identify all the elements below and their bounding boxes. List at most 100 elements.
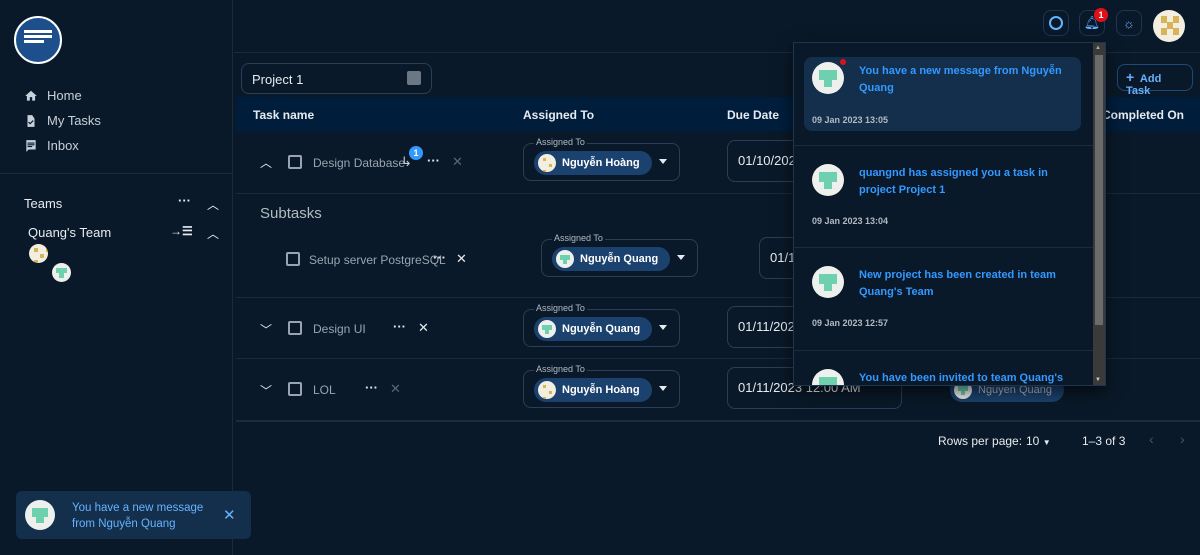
notifications-panel: You have a new message from Nguyễn Quang…	[793, 42, 1106, 386]
delete-icon[interactable]: ✕	[452, 154, 463, 170]
assignee-name: Nguyễn Quang	[562, 323, 641, 335]
more-icon[interactable]: ···	[365, 380, 378, 395]
column-header: Due Date	[727, 108, 780, 122]
task-name[interactable]: Design Database	[313, 156, 405, 170]
next-page-button[interactable]: ›	[1180, 431, 1185, 447]
unread-dot	[840, 59, 846, 65]
indent-icon[interactable]: →☰	[170, 224, 193, 238]
nav-label: Inbox	[47, 138, 79, 153]
team-name[interactable]: Quang's Team	[28, 225, 111, 240]
avatar	[812, 164, 844, 196]
teams-more-icon[interactable]: ···	[178, 193, 191, 208]
task-checkbox[interactable]	[288, 155, 302, 169]
field-label: Assigned To	[534, 303, 587, 313]
assignee-select[interactable]: Assigned To Nguyễn Hoàng	[523, 137, 680, 181]
caret-down-icon	[659, 159, 667, 164]
scrollbar[interactable]: ▲ ▼	[1093, 43, 1105, 385]
field-label: Assigned To	[534, 364, 587, 374]
chevron-up-icon[interactable]: ︿	[207, 196, 219, 213]
delete-icon[interactable]: ✕	[456, 251, 467, 267]
add-task-button[interactable]: + Add Task	[1117, 64, 1193, 97]
subtasks-heading: Subtasks	[260, 205, 322, 222]
assignee-name: Nguyễn Hoàng	[562, 157, 640, 169]
assignee-chip: Nguyễn Quang	[552, 247, 671, 271]
divider	[0, 173, 233, 174]
column-header: Task name	[253, 108, 315, 122]
caret-down-icon	[659, 325, 667, 330]
chevron-down-icon[interactable]: ﹀	[260, 321, 272, 338]
user-avatar[interactable]	[1153, 10, 1185, 42]
assignee-chip: Nguyễn Hoàng	[534, 378, 652, 402]
notification-message: You have a new message from Nguyễn Quang	[859, 65, 1062, 94]
sidebar-item-inbox[interactable]: Inbox	[24, 138, 79, 153]
rows-per-page-label: Rows per page:	[938, 434, 1023, 448]
notification-badge: 1	[1094, 8, 1108, 22]
pagination-range: 1–3 of 3	[1082, 434, 1126, 448]
notification-item[interactable]: You have a new message from Nguyễn Quang…	[794, 43, 1094, 146]
prev-page-button[interactable]: ‹	[1149, 431, 1154, 447]
avatar	[538, 381, 556, 399]
more-icon[interactable]: ···	[427, 153, 440, 168]
caret-down-icon	[677, 255, 685, 260]
notification-item[interactable]: You have been invited to team Quang's Te…	[794, 351, 1094, 385]
assignee-name: Nguyễn Hoàng	[562, 384, 640, 396]
project-name-value: Project 1	[252, 72, 304, 87]
project-name-input[interactable]: Project 1	[241, 63, 432, 94]
delete-icon[interactable]: ✕	[390, 381, 401, 397]
chevron-down-icon[interactable]: ﹀	[260, 382, 272, 399]
task-checkbox[interactable]	[288, 321, 302, 335]
close-icon[interactable]: ✕	[223, 506, 236, 524]
notification-time: 09 Jan 2023 13:04	[812, 216, 889, 226]
avatar	[25, 500, 55, 530]
notification-item[interactable]: New project has been created in team Qua…	[794, 248, 1094, 351]
delete-icon[interactable]: ✕	[418, 320, 429, 336]
plus-icon: +	[1126, 69, 1135, 85]
task-name[interactable]: Design UI	[313, 322, 366, 336]
caret-down-icon	[659, 386, 667, 391]
rows-per-page-select[interactable]: 10 ▼	[1026, 434, 1051, 448]
theme-toggle-button[interactable]: ☼	[1116, 10, 1142, 36]
more-icon[interactable]: ···	[393, 319, 406, 334]
assignee-chip: Nguyễn Quang	[534, 317, 653, 341]
sidebar-item-my-tasks[interactable]: My Tasks	[24, 113, 101, 128]
home-icon	[25, 90, 37, 101]
more-icon[interactable]: ···	[433, 250, 446, 265]
save-icon[interactable]	[407, 71, 421, 85]
assignee-select[interactable]: Assigned To Nguyễn Quang	[541, 233, 698, 277]
chevron-up-icon[interactable]: ︿	[260, 154, 272, 171]
avatar	[812, 62, 844, 94]
avatar	[29, 244, 48, 263]
chevron-up-icon[interactable]: ︿	[207, 225, 219, 242]
avatar	[556, 250, 574, 268]
column-header: Completed On	[1102, 108, 1185, 122]
toast-message: You have a new message from Nguyễn Quang	[72, 502, 204, 530]
task-checkbox[interactable]	[288, 382, 302, 396]
scroll-down-icon[interactable]: ▼	[1095, 377, 1101, 383]
scroll-up-icon[interactable]: ▲	[1095, 45, 1101, 51]
field-label: Assigned To	[552, 233, 605, 243]
subtask-checkbox[interactable]	[286, 252, 300, 266]
column-header: Assigned To	[523, 108, 595, 122]
subtask-count-badge: 1	[409, 146, 423, 160]
assignee-select[interactable]: Assigned To Nguyễn Hoàng	[523, 364, 680, 408]
notification-message: New project has been created in team Qua…	[859, 269, 1056, 298]
github-button[interactable]	[1043, 10, 1069, 36]
sidebar-item-home[interactable]: Home	[24, 88, 82, 103]
nav-label: Home	[47, 88, 82, 103]
avatar	[812, 369, 844, 385]
task-icon	[27, 114, 35, 127]
logo[interactable]	[14, 16, 62, 64]
github-icon	[1049, 16, 1063, 30]
notification-item[interactable]: quangnd has assigned you a task in proje…	[794, 146, 1094, 248]
nav-label: My Tasks	[47, 113, 101, 128]
notification-time: 09 Jan 2023 12:57	[812, 318, 889, 328]
subtask-name[interactable]: Setup server PostgreSQL	[309, 253, 446, 267]
caret-down-icon: ▼	[1042, 438, 1051, 447]
assignee-select[interactable]: Assigned To Nguyễn Quang	[523, 303, 680, 347]
avatar	[538, 154, 556, 172]
notification-message: quangnd has assigned you a task in proje…	[859, 167, 1048, 196]
notification-time: 09 Jan 2023 13:05	[812, 115, 889, 125]
assignee-chip: Nguyễn Hoàng	[534, 151, 652, 175]
task-name[interactable]: LOL	[313, 383, 336, 397]
scrollbar-thumb[interactable]	[1095, 55, 1103, 325]
